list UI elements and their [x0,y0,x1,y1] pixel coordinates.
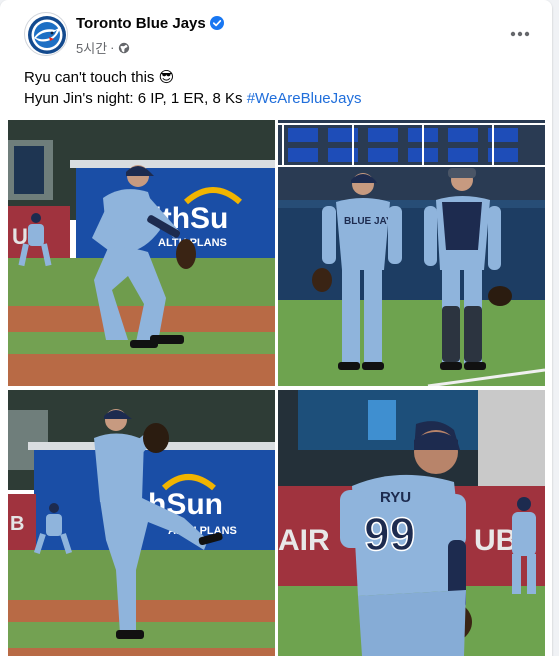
wall-text-right: UB [474,524,517,557]
post-text-line-2: Hyun Jin's night: 6 IP, 1 ER, 8 Ks #WeAr… [24,88,534,109]
verified-badge-icon [209,16,224,30]
wall-text: B [10,513,24,535]
photo-2[interactable]: BLUE JAYS [278,120,545,386]
post-text-caption: Ryu can't touch this [24,69,155,86]
page-avatar[interactable] [24,12,68,56]
more-dots-icon [510,31,530,37]
post-text-stats: Hyun Jin's night: 6 IP, 1 ER, 8 Ks [24,90,243,107]
post-timestamp[interactable]: 5시간 [76,38,107,57]
photo-4[interactable]: AIR UB RYU 99 [278,390,545,656]
photo-gallery: ealthSu ALTH PLANS UB BLUE JAYS hSun ALT… [8,120,545,656]
post-header: Toronto Blue Jays 5시간 · [24,12,536,60]
photo-3[interactable]: hSun ALTH PLANS B [8,390,275,656]
post-text-line-1: Ryu can't touch this 😎 [24,67,534,88]
facebook-post-card: Toronto Blue Jays 5시간 · Ryu can't touch … [0,0,552,656]
globe-icon[interactable] [118,42,130,54]
post-meta: 5시간 · [76,38,130,57]
post-message: Ryu can't touch this 😎 Hyun Jin's night:… [24,67,534,109]
photo-1[interactable]: ealthSu ALTH PLANS UB [8,120,275,386]
page-name-text[interactable]: Toronto Blue Jays [76,15,206,32]
jersey-number: 99 [364,508,415,560]
blue-jays-logo-icon [28,16,66,54]
more-options-button[interactable] [504,18,536,50]
wall-text: AIR [278,524,330,557]
jersey-name: RYU [380,489,411,506]
sunglasses-emoji: 😎 [158,69,175,86]
page-name[interactable]: Toronto Blue Jays [76,15,224,32]
meta-separator: · [110,40,115,55]
hashtag-link[interactable]: #WeAreBlueJays [247,90,362,107]
